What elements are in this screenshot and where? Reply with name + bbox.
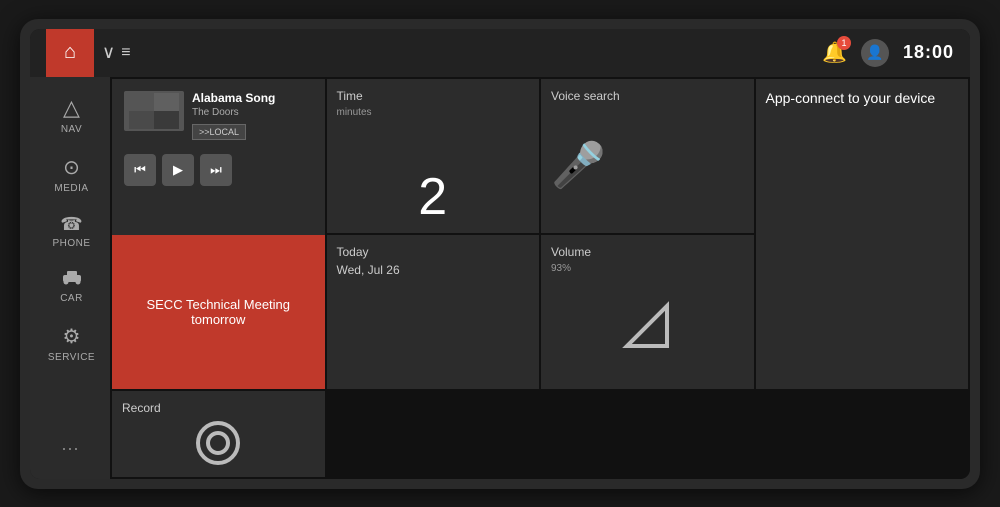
sidebar-item-media[interactable]: ⊙ MEDIA bbox=[30, 145, 110, 204]
sidebar-label-nav: NAV bbox=[61, 124, 82, 135]
calendar-title: Today bbox=[337, 245, 530, 259]
appconnect-title: App-connect to your device bbox=[766, 89, 959, 109]
sidebar-label-phone: PHONE bbox=[52, 238, 90, 249]
sidebar-item-nav[interactable]: △ NAV bbox=[30, 85, 110, 145]
music-title: Alabama Song bbox=[192, 91, 313, 105]
volume-icon bbox=[622, 301, 672, 351]
record-title: Record bbox=[122, 401, 315, 415]
music-info: Alabama Song The Doors >>LOCAL bbox=[124, 91, 313, 140]
local-badge: >>LOCAL bbox=[192, 124, 246, 140]
top-bar-right: 🔔 1 👤 18:00 bbox=[822, 39, 954, 67]
voice-title: Voice search bbox=[551, 89, 620, 103]
car-icon bbox=[60, 269, 84, 290]
tile-calendar[interactable]: Today Wed, Jul 26 bbox=[327, 235, 540, 389]
more-button[interactable]: ··· bbox=[61, 426, 79, 471]
tile-time[interactable]: Time minutes 2 bbox=[327, 79, 540, 233]
top-bar: ⌂ ∨ ≡ 🔔 1 👤 18:00 bbox=[30, 29, 970, 77]
tile-event[interactable]: SECC Technical Meeting tomorrow bbox=[112, 235, 325, 389]
microphone-icon: 🎤 bbox=[551, 139, 606, 191]
main-content: △ NAV ⊙ MEDIA ☎ PHONE bbox=[30, 77, 970, 479]
time-tile-title: Time bbox=[337, 89, 530, 103]
media-icon: ⊙ bbox=[63, 155, 80, 180]
volume-percent: 93% bbox=[551, 263, 744, 274]
music-controls: ⏮ ▶ ⏭ bbox=[124, 154, 313, 186]
hamburger-icon: ≡ bbox=[121, 44, 130, 62]
next-button[interactable]: ⏭ bbox=[200, 154, 232, 186]
music-text: Alabama Song The Doors >>LOCAL bbox=[192, 91, 313, 140]
phone-icon: ☎ bbox=[60, 214, 82, 235]
sidebar-item-car[interactable]: CAR bbox=[30, 259, 110, 314]
tile-voice-search[interactable]: Voice search 🎤 bbox=[541, 79, 754, 233]
time-tile-subtitle: minutes bbox=[337, 107, 530, 118]
album-art bbox=[124, 91, 184, 131]
sidebar-label-car: CAR bbox=[60, 293, 83, 304]
home-button[interactable]: ⌂ bbox=[46, 29, 94, 77]
top-bar-left: ⌂ ∨ ≡ bbox=[46, 29, 131, 77]
clock-display: 18:00 bbox=[903, 42, 954, 63]
notification-bell[interactable]: 🔔 1 bbox=[822, 40, 847, 65]
calendar-date: Wed, Jul 26 bbox=[337, 263, 530, 277]
time-value: 2 bbox=[337, 171, 530, 223]
tile-record[interactable]: Record bbox=[112, 391, 325, 477]
home-icon: ⌂ bbox=[64, 41, 76, 64]
nav-icon: △ bbox=[63, 95, 80, 121]
sidebar-item-phone[interactable]: ☎ PHONE bbox=[30, 204, 110, 259]
tile-app-connect[interactable]: App-connect to your device bbox=[756, 79, 969, 389]
sidebar-label-media: MEDIA bbox=[54, 183, 88, 194]
sidebar-label-service: SERVICE bbox=[48, 352, 95, 363]
notification-badge: 1 bbox=[837, 36, 851, 50]
sidebar: △ NAV ⊙ MEDIA ☎ PHONE bbox=[30, 77, 110, 479]
record-icon bbox=[194, 419, 242, 467]
service-icon: ⚙ bbox=[63, 324, 81, 349]
chevron-down-icon: ∨ bbox=[102, 42, 115, 63]
screen: ⌂ ∨ ≡ 🔔 1 👤 18:00 bbox=[30, 29, 970, 479]
volume-title: Volume bbox=[551, 245, 744, 259]
menu-button[interactable]: ∨ ≡ bbox=[102, 42, 131, 63]
tile-volume[interactable]: Volume 93% bbox=[541, 235, 754, 389]
tiles-grid: Alabama Song The Doors >>LOCAL ⏮ ▶ ⏭ Tim… bbox=[110, 77, 970, 479]
device-frame: ⌂ ∨ ≡ 🔔 1 👤 18:00 bbox=[20, 19, 980, 489]
event-text: SECC Technical Meeting tomorrow bbox=[122, 297, 315, 327]
prev-button[interactable]: ⏮ bbox=[124, 154, 156, 186]
music-artist: The Doors bbox=[192, 107, 313, 118]
user-avatar[interactable]: 👤 bbox=[861, 39, 889, 67]
play-button[interactable]: ▶ bbox=[162, 154, 194, 186]
sidebar-item-service[interactable]: ⚙ SERVICE bbox=[30, 314, 110, 373]
user-icon: 👤 bbox=[866, 44, 883, 61]
